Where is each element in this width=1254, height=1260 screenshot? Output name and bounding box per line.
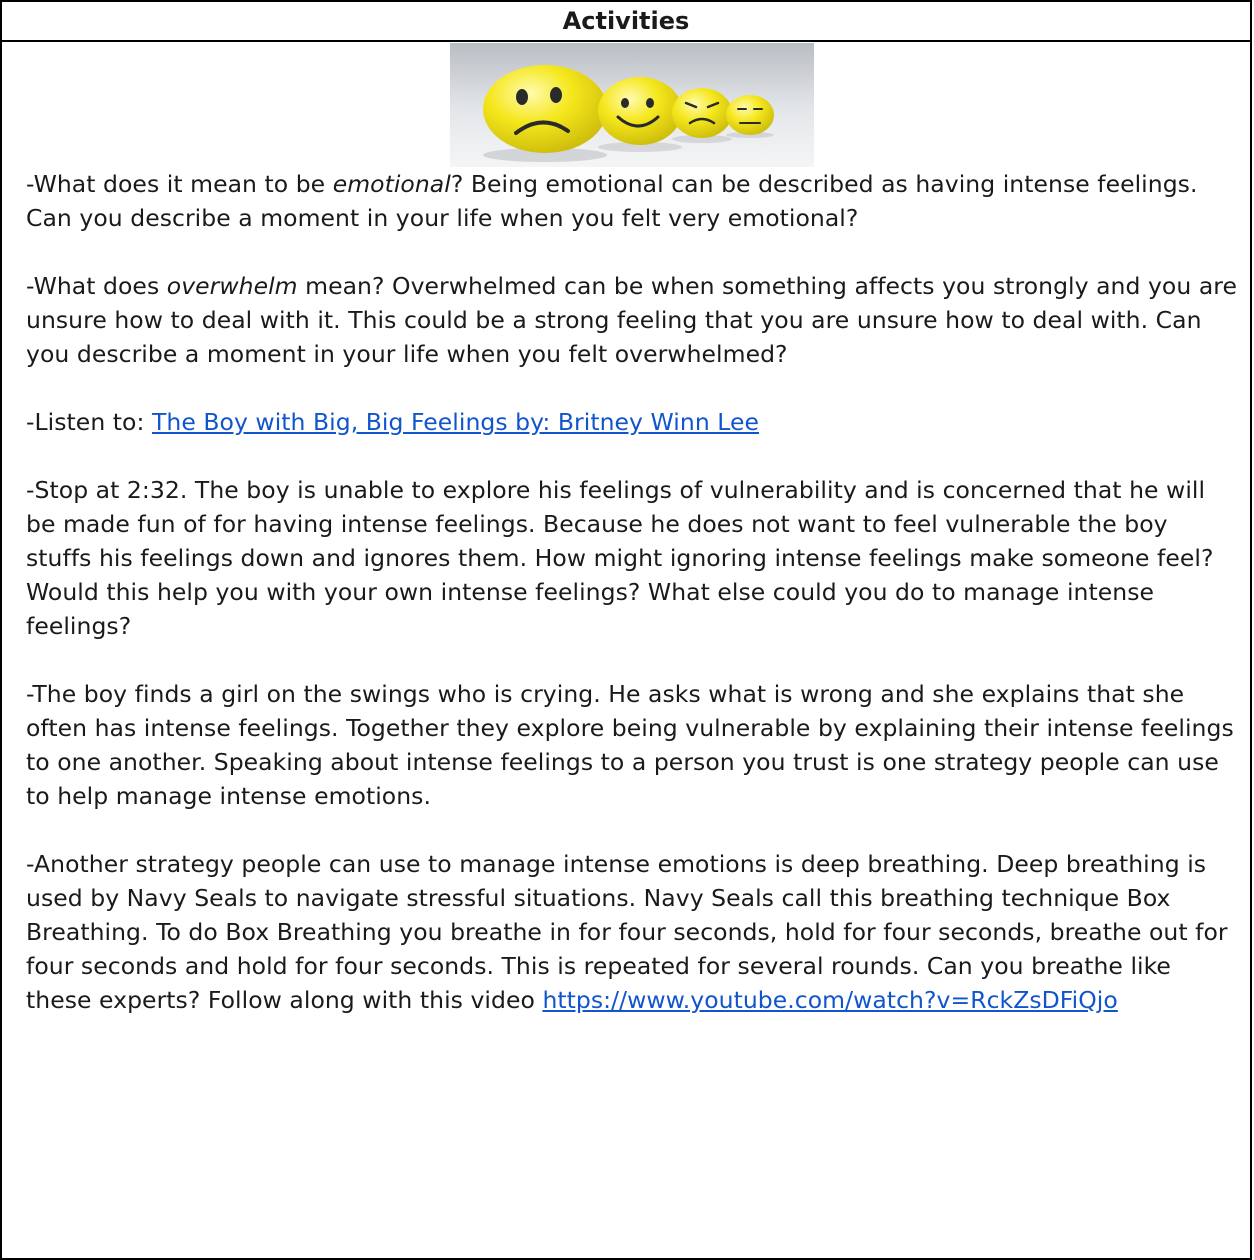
activities-cell: -What does it mean to be emotional? Bein… [2,43,1250,1017]
header-title: Activities [562,7,690,35]
emoji-balls-image [26,43,1238,167]
emphasis-emotional: emotional [332,170,451,198]
emphasis-overwhelm: overwhelm [166,272,298,300]
video-link[interactable]: https://www.youtube.com/watch?v=RckZsDFi… [542,986,1117,1014]
table-header: Activities [2,2,1250,42]
paragraph-breathing: -Another strategy people can use to mana… [26,850,1228,1014]
paragraph-listen: -Listen to: The Boy with Big, Big Feelin… [26,408,760,436]
book-link[interactable]: The Boy with Big, Big Feelings by: Britn… [152,408,759,436]
emoji-faces-icon [450,43,814,167]
paragraph-emotional: -What does it mean to be emotional? Bein… [26,170,1198,232]
paragraph-stop: -Stop at 2:32. The boy is unable to expl… [26,476,1214,640]
activities-table: Activities -What does it mean to be emot… [0,0,1252,1260]
paragraph-swings: -The boy finds a girl on the swings who … [26,680,1234,810]
paragraph-overwhelm: -What does overwhelm mean? Overwhelmed c… [26,272,1237,368]
